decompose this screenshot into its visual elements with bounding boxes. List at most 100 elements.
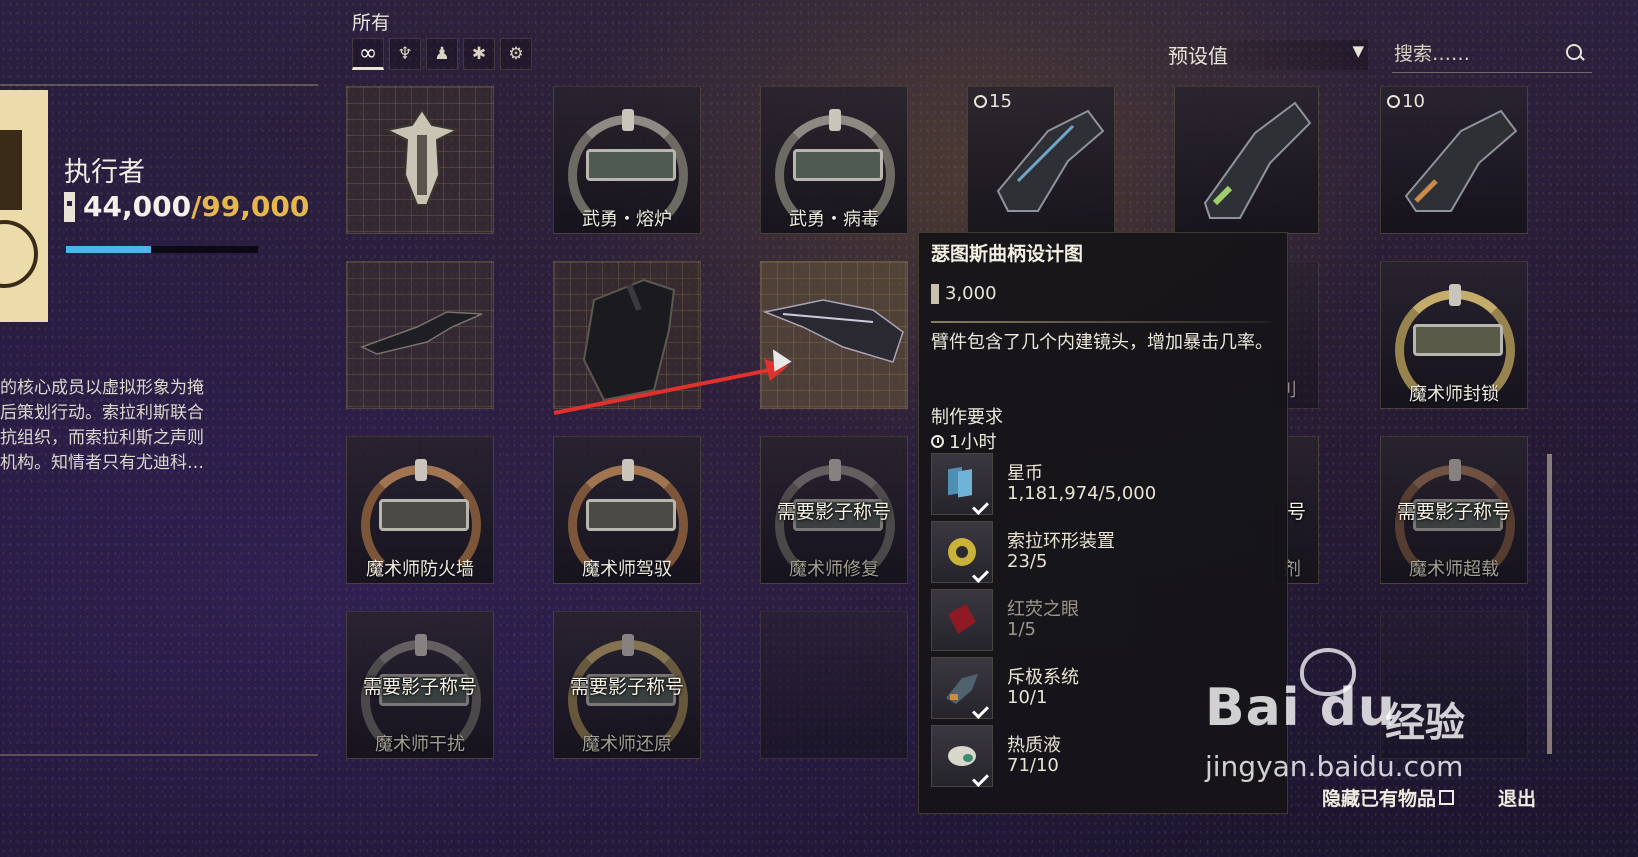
filter-all-infinity-icon[interactable]: ∞ — [352, 38, 384, 70]
chevron-down-icon: ▼ — [1352, 42, 1364, 60]
requirement-row: 索拉环形装置 23/5 — [931, 521, 1271, 585]
preset-label: 预设值 — [1168, 44, 1228, 68]
card-name: 魔术师封锁 — [1409, 384, 1499, 405]
blueprint-card[interactable] — [1174, 86, 1319, 234]
mod-emblem-icon — [361, 459, 481, 583]
banner-emblem-icon — [0, 130, 22, 210]
blueprint-card[interactable]: 魔术师防火墙 — [346, 436, 494, 584]
filter-helmet-icon[interactable]: ♆ — [389, 38, 421, 70]
requirement-name: 热质液 — [1007, 735, 1061, 756]
build-time-value: 1小时 — [949, 432, 997, 453]
card-name: 魔术师干扰 — [375, 734, 465, 755]
watermark-brand: Bai du — [1205, 678, 1396, 738]
requirement-count: 71/10 — [1007, 755, 1059, 776]
hide-owned-toggle[interactable]: 隐藏已有物品 — [1322, 784, 1455, 811]
lore-line: 机构。知情者只有尤迪科… — [0, 453, 204, 473]
standing-icon — [931, 283, 939, 304]
requirement-name: 星币 — [1007, 463, 1043, 484]
standing-max: /99,000 — [191, 190, 310, 223]
blueprint-card[interactable]: 武勇・熔炉 — [553, 86, 701, 234]
blueprint-card[interactable]: 15 — [967, 86, 1115, 234]
weapon-part-icon — [996, 109, 1105, 212]
category-label: 所有 — [352, 12, 391, 34]
standing-current: 44,000 — [83, 190, 192, 223]
empty-card-slot — [760, 611, 908, 759]
card-name: 魔术师修复 — [789, 559, 879, 580]
filter-gear-cluster-icon[interactable]: ✱ — [463, 38, 495, 70]
panel-divider-top — [0, 84, 318, 86]
tooltip-title: 瑟图斯曲柄设计图 — [931, 243, 1084, 265]
lock-requirement: 需要影子称号 — [776, 501, 891, 523]
clock-icon — [931, 434, 944, 448]
annotation-arrow — [553, 359, 788, 415]
scrollbar[interactable] — [1547, 454, 1552, 754]
requirement-count: 1,181,974/5,000 — [1007, 483, 1157, 504]
banner-arc — [0, 220, 38, 288]
watermark-cn: 经验 — [1385, 700, 1465, 746]
lock-requirement: 需要影子称号 — [1396, 501, 1511, 523]
blueprint-card[interactable]: 武勇・病毒 — [760, 86, 908, 234]
card-name: 魔术师驾驭 — [582, 559, 672, 580]
requirement-name: 斥极系统 — [1007, 667, 1079, 688]
search-icon[interactable] — [1566, 44, 1582, 60]
requirement-row-missing: 红荧之眼 1/5 — [931, 589, 1271, 653]
red-gem-icon — [931, 589, 993, 651]
mod-emblem-icon — [775, 109, 895, 233]
search-box — [1392, 38, 1592, 73]
preset-dropdown[interactable]: 预设值 ▼ — [1168, 40, 1368, 70]
requirement-name: 红荧之眼 — [1007, 599, 1079, 620]
tooltip-description: 臂件包含了几个内建镜头，增加暴击几率。 — [931, 332, 1273, 353]
category-filters: ∞ ♆ ♟ ✱ ⚙ — [352, 38, 532, 70]
toroid-icon — [931, 521, 993, 583]
syndicate-banner — [0, 90, 48, 322]
search-input[interactable] — [1392, 38, 1546, 70]
tooltip-divider — [931, 321, 1271, 323]
blueprint-card-locked[interactable]: 需要影子称号 魔术师还原 — [553, 611, 701, 759]
build-time: 1小时 — [931, 428, 996, 454]
card-name: 武勇・病毒 — [789, 209, 879, 230]
mod-emblem-icon — [568, 459, 688, 583]
blueprint-card[interactable]: 10 — [1380, 86, 1528, 234]
hide-owned-label: 隐藏已有物品 — [1322, 788, 1437, 810]
lock-requirement: 需要影子称号 — [362, 676, 477, 698]
requirements-heading: 制作要求 — [931, 407, 1003, 428]
armor-piece-icon — [383, 108, 461, 206]
blueprint-card-locked[interactable]: 需要影子称号 魔术师超载 — [1380, 436, 1528, 584]
exit-button[interactable]: 退出 — [1498, 784, 1536, 811]
card-name: 魔术师防火墙 — [366, 559, 474, 580]
tooltip-price: 3,000 — [931, 283, 997, 304]
rank-title: 执行者 — [64, 157, 145, 188]
card-name: 魔术师超载 — [1409, 559, 1499, 580]
blueprint-card-locked[interactable]: 需要影子称号 魔术师干扰 — [346, 611, 494, 759]
blueprint-card[interactable]: 魔术师封锁 — [1380, 261, 1528, 409]
filter-figure-icon[interactable]: ♟ — [426, 38, 458, 70]
watermark-url: jingyan.baidu.com — [1205, 750, 1464, 783]
lore-line: 抗组织，而索拉利斯之声则 — [0, 428, 204, 448]
requirement-name: 索拉环形装置 — [1007, 531, 1115, 552]
requirement-count: 1/5 — [1007, 619, 1036, 640]
checkbox-icon[interactable] — [1439, 790, 1455, 805]
price-value: 3,000 — [945, 283, 997, 304]
requirement-count: 10/1 — [1007, 687, 1048, 708]
mod-emblem-icon — [1395, 284, 1515, 408]
blueprint-card[interactable] — [346, 86, 494, 234]
card-name: 魔术师还原 — [582, 734, 672, 755]
standing-progress-bar — [66, 246, 258, 253]
blueprint-card-locked[interactable]: 需要影子称号 魔术师修复 — [760, 436, 908, 584]
standing-display: 44,000/99,000 — [64, 190, 309, 223]
weapon-part-icon — [1203, 101, 1312, 219]
baidu-watermark: Bai du 经验 jingyan.baidu.com — [1205, 656, 1505, 786]
lore-line: 后策划行动。索拉利斯联合 — [0, 403, 204, 423]
thermal-sludge-icon — [931, 725, 993, 787]
card-name: 武勇・熔炉 — [582, 209, 672, 230]
lore-line: 的核心成员以虚拟形象为掩 — [0, 378, 204, 398]
blueprint-card[interactable] — [346, 261, 494, 409]
credits-icon — [931, 453, 993, 515]
mod-emblem-icon — [568, 109, 688, 233]
requirement-count: 23/5 — [1007, 551, 1048, 572]
lock-requirement: 需要影子称号 — [569, 676, 684, 698]
filter-module-icon[interactable]: ⚙ — [500, 38, 532, 70]
blueprint-card[interactable]: 魔术师驾驭 — [553, 436, 701, 584]
panel-divider-bottom — [0, 754, 318, 756]
standing-icon — [64, 191, 75, 222]
